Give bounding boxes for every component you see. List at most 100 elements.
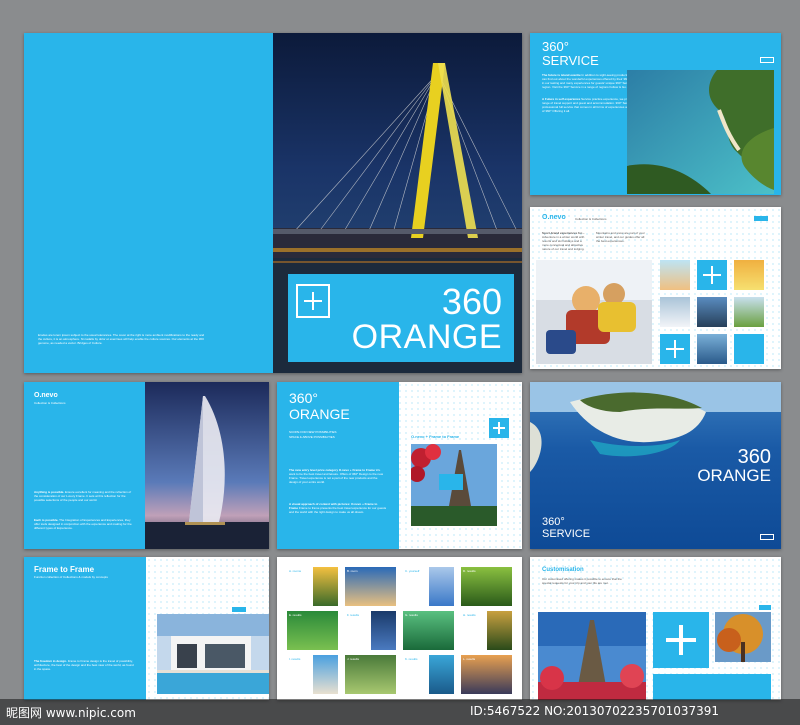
onevo-burj-spread: O.nevo Collection & Collections Anything… — [24, 382, 269, 549]
orange-p2-body: Frame to frame presents the best travel … — [289, 506, 387, 514]
grid-cell-label: F. results — [347, 613, 360, 617]
cover-spread: Erodes are lorem ipsum subject to the us… — [24, 33, 522, 373]
grid-cell: J. results — [345, 655, 396, 694]
service-line2: SERVICE — [542, 53, 599, 68]
island-photo — [627, 70, 774, 194]
plus-icon — [296, 284, 330, 318]
zakynthos-line1: 360° — [542, 516, 565, 528]
orange-number: 360° — [289, 390, 318, 406]
grid-cell: G. results — [403, 611, 454, 650]
orange-p2: A visual approach of context with pictur… — [289, 502, 387, 514]
villa-photo — [157, 614, 269, 694]
grid-cell-photo — [486, 611, 512, 650]
grid-cell-label: I. results — [289, 657, 301, 661]
grid-cell-label: K. results — [405, 657, 418, 661]
plus-icon-bottom — [660, 334, 690, 364]
watermark-bar: 昵图网 www.nipic.com ID:5467522 NO:20130702… — [0, 699, 800, 725]
zakynthos-line2: SERVICE — [542, 528, 591, 540]
grid-cell: H. results — [461, 611, 512, 650]
onevo-sport-col1-body: Adventure in a winter world with resorts… — [542, 235, 585, 251]
orange-caption1: SCOPE FOR NEW POSSIBILITIES — [289, 430, 337, 434]
orange-caption2: SPACE & ABOVE POSSIBILITIES — [289, 435, 335, 439]
plus-icon-custom — [653, 612, 709, 668]
cover-front-photo: 360 ORANGE — [273, 33, 522, 373]
cover-back: Erodes are lorem ipsum subject to the us… — [24, 33, 273, 373]
grid-photo-mountain — [697, 297, 727, 327]
frame-sub: Function collection of Collections & mod… — [34, 575, 108, 579]
watermark-site: 昵图网 www.nipic.com — [6, 706, 136, 720]
onevo-sport-col2: Mountains and snow are part of your wint… — [596, 231, 645, 243]
grid-cell-label: H. results — [463, 613, 476, 617]
grid-swatch-blue — [734, 334, 764, 364]
grid-cell-photo — [312, 567, 338, 606]
orange-eiffel-spread: 360° ORANGE SCOPE FOR NEW POSSIBILITIES … — [277, 382, 522, 549]
grid-cell-label: D. results — [463, 569, 476, 573]
orange-right-heading: O.nevo + Frame to Frame — [411, 434, 460, 439]
grid-cell-photo — [370, 611, 396, 650]
service-spread: 360° SERVICE The future is island eventi… — [530, 33, 781, 195]
zakynthos-word: ORANGE — [697, 466, 771, 485]
autumn-photo — [715, 612, 771, 662]
grid-cell-label: B. room — [347, 569, 358, 573]
custom-blue-bar — [653, 674, 771, 700]
paris-photo — [538, 612, 646, 700]
burj-photo — [145, 382, 269, 549]
grid-cell-label: C. yourself — [405, 569, 420, 573]
onevo-sport-tagline: Collection & Collections — [575, 217, 607, 221]
grid-cell: B. room — [345, 567, 396, 606]
photo-grid: A. rooms B. room C. yourself D. results E. r… — [287, 567, 513, 695]
ski-photo — [536, 260, 652, 364]
service-line1: 360° — [542, 39, 569, 54]
grid-cell-photo — [428, 567, 454, 606]
grid-photo-sunset — [734, 260, 764, 290]
custom-spread: Customisation Our customised offering ma… — [530, 557, 781, 700]
grid-cell: C. yourself — [403, 567, 454, 606]
grid-photo-snow — [660, 297, 690, 327]
grid-photo-beach — [660, 260, 690, 290]
frame-spread: Frame to Frame Function collection of Co… — [24, 557, 269, 700]
onevo-burj-p2: Each is possible. The Integration of Exp… — [34, 518, 134, 530]
frame-left-page: Frame to Frame Function collection of Co… — [24, 557, 146, 700]
cover-title-box: 360 ORANGE — [288, 274, 514, 362]
custom-body: Our customised offering makes it possibl… — [542, 577, 622, 585]
grid-cell: A. rooms — [287, 567, 338, 606]
grid-spread: A. rooms B. room C. yourself D. results E. r… — [277, 557, 522, 700]
zakynthos-logo-icon — [760, 534, 774, 540]
service-logo-icon — [760, 57, 774, 63]
grid-photo-skier — [734, 297, 764, 327]
onevo-burj-p1: Anything is possible. Ensure excellent f… — [34, 490, 134, 502]
onevo-sport-logo-icon — [754, 216, 768, 221]
onevo-burj-brand: O.nevo — [34, 392, 58, 399]
plus-icon-orange — [489, 418, 509, 438]
grid-cell-label: L. results — [463, 657, 476, 661]
sport-photo-grid — [660, 260, 775, 364]
grid-cell: D. results — [461, 567, 512, 606]
onevo-sport-col1: Sport-brand experiences for... Adventure… — [542, 231, 586, 251]
zakynthos-spread: 360 ORANGE 360° SERVICE — [530, 382, 781, 549]
grid-cell: K. results — [403, 655, 454, 694]
watermark-id: ID:5467522 NO:20130702235701037391 — [470, 704, 720, 718]
grid-cell-label: A. rooms — [289, 569, 302, 573]
grid-cell: I. results — [287, 655, 338, 694]
onevo-sport-brand: O.nevo — [542, 214, 566, 221]
cover-number: 360 — [441, 281, 502, 322]
grid-cell: L. results — [461, 655, 512, 694]
frame-logo-icon — [232, 607, 246, 612]
frame-body: The freedom in design. Frame to Frame de… — [34, 659, 134, 671]
grid-cell-photo — [312, 655, 338, 694]
plus-icon-top — [697, 260, 727, 290]
custom-logo-icon — [759, 605, 771, 610]
cover-word: ORANGE — [351, 318, 502, 356]
grid-cell: E. results — [287, 611, 338, 650]
grid-cell-label: E. results — [289, 613, 302, 617]
orange-left-page: 360° ORANGE SCOPE FOR NEW POSSIBILITIES … — [277, 382, 399, 549]
onevo-burj-tagline: Collection & Collections — [34, 401, 66, 405]
cover-blurb: Erodes are lorem ipsum subject to the us… — [38, 333, 205, 345]
grid-cell-photo — [428, 655, 454, 694]
orange-word: ORANGE — [289, 406, 350, 422]
grid-cell-label: J. results — [347, 657, 360, 661]
orange-p1: The new entry level price category O.nev… — [289, 468, 387, 484]
grid-cell-label: G. results — [405, 613, 418, 617]
onevo-sport-spread: O.nevo Collection & Collections Sport-br… — [530, 207, 781, 369]
eiffel-photo — [411, 444, 497, 526]
